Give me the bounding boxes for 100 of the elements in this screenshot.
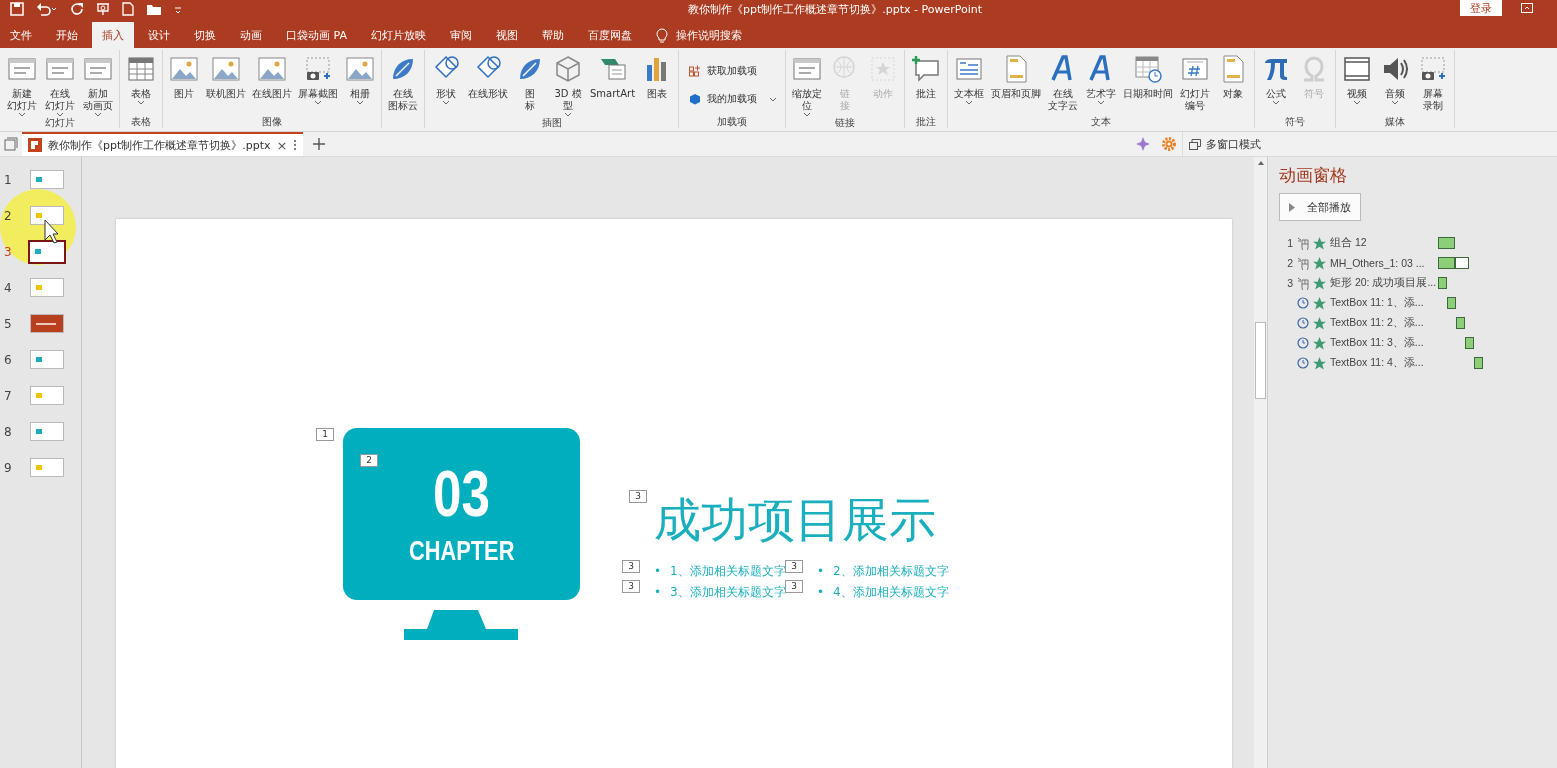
group-label: 链接: [834, 117, 857, 129]
ribbon-tab[interactable]: 动画: [230, 22, 272, 48]
ribbon-button[interactable]: 表格: [122, 53, 160, 105]
ribbon-button[interactable]: 对象: [1214, 53, 1253, 100]
new-file-icon[interactable]: [122, 2, 134, 16]
ribbon-button[interactable]: 在线图片: [249, 53, 295, 100]
ribbon-tab[interactable]: 切换: [184, 22, 226, 48]
close-button[interactable]: ×: [276, 137, 288, 153]
ribbon-tab[interactable]: 视图: [485, 22, 528, 48]
ribbon-button[interactable]: 图表: [638, 53, 677, 100]
more-icon[interactable]: [293, 139, 298, 151]
ribbon-button[interactable]: 屏幕截图: [295, 53, 341, 105]
timeline-bar[interactable]: [1465, 337, 1474, 349]
ribbon-button[interactable]: 新建 幻灯片: [3, 53, 41, 117]
timeline-bar[interactable]: [1455, 257, 1469, 269]
add-icon[interactable]: [313, 138, 326, 150]
ribbon-button[interactable]: 缩放定 位: [788, 53, 827, 117]
slide-thumbnail[interactable]: [30, 350, 64, 369]
calendar-icon: [1132, 53, 1165, 85]
save-icon[interactable]: [10, 2, 24, 16]
vertical-scrollbar[interactable]: [1254, 157, 1267, 768]
ribbon-tab[interactable]: 幻灯片放映: [360, 22, 436, 48]
ribbon-button[interactable]: 屏幕 录制: [1414, 53, 1453, 112]
animation-order-tag: 1: [316, 428, 334, 441]
gear-icon[interactable]: [1162, 137, 1176, 151]
slide-thumbnail[interactable]: [30, 422, 64, 441]
tab-list-icon[interactable]: [4, 137, 18, 151]
ribbon-button[interactable]: 公式: [1257, 53, 1296, 105]
chapter-label: CHAPTER: [408, 536, 515, 566]
ribbon-display-icon[interactable]: [1521, 3, 1533, 13]
ribbon-tab[interactable]: 帮助: [531, 22, 574, 48]
ribbon-button[interactable]: 在线 图标云: [384, 53, 422, 112]
slide-thumbnail[interactable]: [30, 278, 64, 297]
ribbon-tab[interactable]: 百度网盘: [577, 22, 642, 48]
ribbon-button[interactable]: 在线形状: [465, 53, 511, 100]
ribbon-button[interactable]: 我的加载项: [681, 87, 784, 111]
multi-window-button[interactable]: 多窗口模式: [1182, 132, 1267, 156]
animation-item[interactable]: TextBox 11: 3、添...: [1279, 333, 1557, 353]
ribbon-button[interactable]: 图片: [165, 53, 203, 100]
slide-thumbnail[interactable]: [28, 239, 66, 264]
slide-thumbnail[interactable]: [30, 314, 64, 333]
ribbon-button[interactable]: 图 标: [511, 53, 549, 112]
slide-number: 9: [3, 460, 13, 475]
star-icon: [1313, 276, 1326, 290]
sparkle-icon[interactable]: [1136, 137, 1150, 151]
ribbon-button[interactable]: 获取加载项: [681, 59, 764, 83]
animation-item[interactable]: TextBox 11: 4、添...: [1279, 353, 1557, 373]
timeline-bar[interactable]: [1456, 317, 1465, 329]
ribbon-tab[interactable]: 文件: [0, 22, 42, 48]
animation-item[interactable]: 3 矩形 20: 成功项目展...: [1279, 273, 1557, 293]
play-all-button[interactable]: 全部播放: [1279, 193, 1361, 221]
ribbon-tab[interactable]: 设计: [138, 22, 180, 48]
ribbon-button[interactable]: 在线 幻灯片: [41, 53, 79, 117]
redo-icon[interactable]: [70, 2, 84, 16]
ribbon-button[interactable]: 文本框: [950, 53, 989, 105]
ribbon-button[interactable]: 联机图片: [203, 53, 249, 100]
folder-icon[interactable]: [146, 2, 162, 16]
ribbon-button[interactable]: 艺术字: [1082, 53, 1121, 105]
star-icon: [1313, 296, 1326, 310]
timeline-bar[interactable]: [1438, 277, 1447, 289]
tell-me-search[interactable]: 操作说明搜索: [645, 22, 742, 48]
bullet-text: 3、添加相关标题文字: [670, 585, 786, 599]
slide-thumbnail[interactable]: [30, 458, 64, 477]
slide-thumbnail[interactable]: [30, 170, 64, 189]
group-label: 幻灯片: [44, 117, 76, 129]
ribbon-tab[interactable]: 开始: [46, 22, 88, 48]
ribbon-tab[interactable]: 插入: [92, 22, 134, 48]
slide-number: 7: [3, 388, 13, 403]
ribbon-button[interactable]: 相册: [341, 53, 379, 105]
slide-thumbnail[interactable]: [30, 386, 64, 405]
ribbon-button[interactable]: 音频: [1376, 53, 1415, 105]
ribbon-tab[interactable]: 口袋动画 PA: [276, 22, 357, 48]
ribbon-button[interactable]: 在线 文字云: [1044, 53, 1083, 112]
ribbon-button[interactable]: 日期和时间: [1120, 53, 1177, 100]
timeline-bar[interactable]: [1447, 297, 1456, 309]
ribbon-button[interactable]: 3D 模 型: [549, 53, 587, 117]
ribbon-button[interactable]: 视频: [1338, 53, 1377, 105]
ribbon-button[interactable]: 新加 动画页: [79, 53, 117, 117]
timeline-bar[interactable]: [1438, 257, 1455, 269]
slide-thumbnail[interactable]: [30, 206, 64, 225]
ribbon-tab[interactable]: 审阅: [439, 22, 482, 48]
ribbon-button[interactable]: 页眉和页脚: [988, 53, 1045, 100]
ribbon-button[interactable]: 形状: [427, 53, 465, 105]
ribbon-button[interactable]: SmartArt: [587, 53, 639, 100]
animation-item[interactable]: 1 组合 12: [1279, 233, 1557, 253]
bullet-marker: •: [654, 585, 662, 599]
presentation-icon[interactable]: [96, 2, 110, 16]
undo-icon[interactable]: [36, 2, 58, 16]
windows-icon: [1189, 138, 1201, 150]
timeline-bar[interactable]: [1474, 357, 1483, 369]
animation-item[interactable]: TextBox 11: 2、添...: [1279, 313, 1557, 333]
timeline-bar[interactable]: [1438, 237, 1455, 249]
slide-title: 成功项目展示: [654, 491, 936, 549]
animation-item[interactable]: 2 MH_Others_1: 03 ...: [1279, 253, 1557, 273]
ribbon-button[interactable]: 批注: [907, 53, 946, 100]
ribbon-button[interactable]: 幻灯片 编号: [1176, 53, 1215, 112]
login-button[interactable]: 登录: [1460, 0, 1502, 16]
scroll-thumb[interactable]: [1255, 322, 1266, 399]
document-tab[interactable]: 教你制作《ppt制作工作概述章节切换》.pptx ×: [22, 132, 304, 156]
animation-item[interactable]: TextBox 11: 1、添...: [1279, 293, 1557, 313]
